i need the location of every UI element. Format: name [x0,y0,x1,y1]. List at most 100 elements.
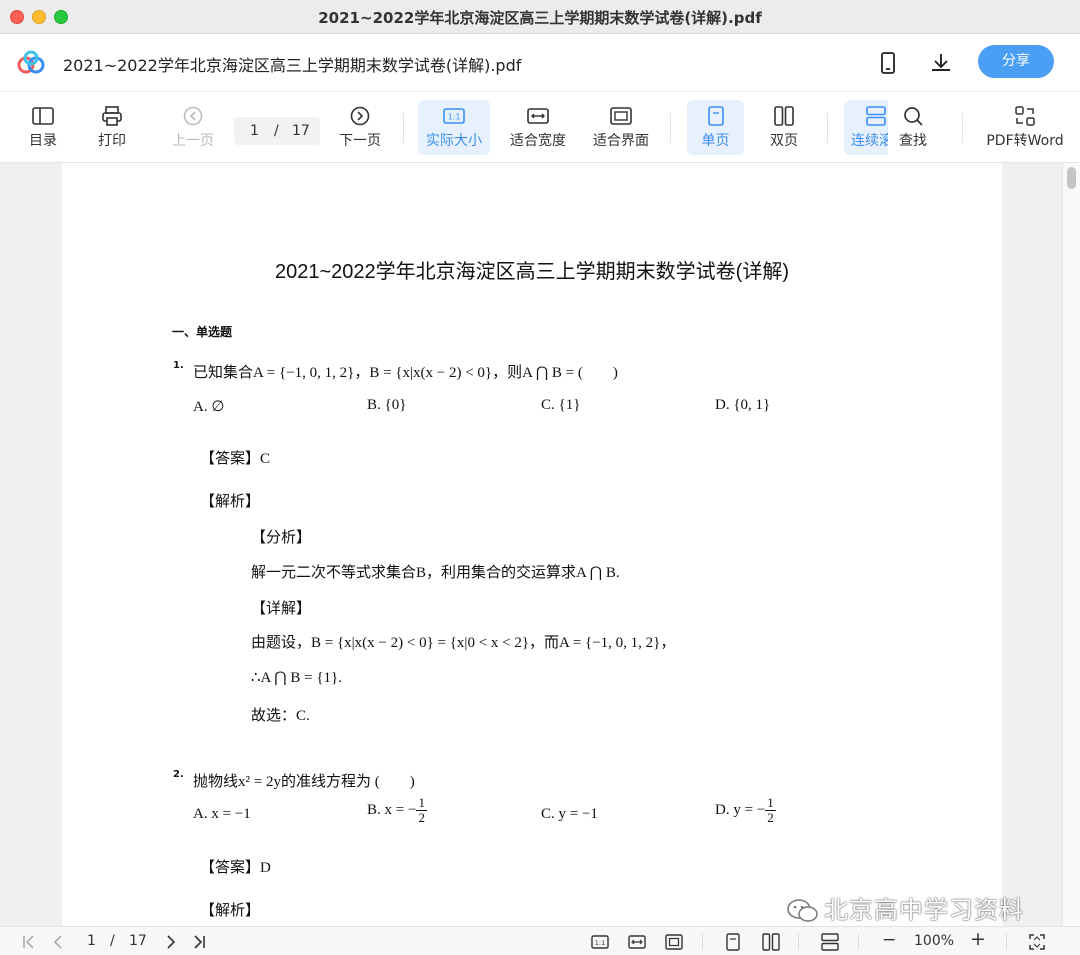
continuous-scroll-button[interactable]: 连续滚 [844,100,888,155]
fullscreen-icon[interactable] [1028,933,1046,951]
prev-page-label: 上一页 [172,133,214,149]
option-a: A. ∅ [193,399,225,415]
document-name: 2021~2022学年北京海淀区高三上学期期末数学试卷(详解).pdf [63,56,522,75]
pdf-page: 2021~2022学年北京海淀区高三上学期期末数学试卷(详解) 一、单选题 1.… [62,163,1002,926]
bottom-page-total: 17 [129,933,147,949]
option-a: A. x = −1 [193,806,251,822]
app-header: 2021~2022学年北京海淀区高三上学期期末数学试卷(详解).pdf 分享 [0,34,1080,92]
chevron-left-circle-icon [183,106,203,126]
option-d: D. y = −1 2 [715,796,776,825]
zoom-in-button[interactable]: + [970,928,986,950]
solution-line: 由题设，B = {x|x(x − 2) < 0} = {x|0 < x < 2}… [251,635,676,651]
search-label: 查找 [899,133,927,149]
answer-line: 【答案】D [200,860,271,876]
section-heading: 一、单选题 [172,325,233,339]
actual-size-label: 实际大小 [426,133,482,149]
print-label: 打印 [98,133,126,149]
next-page-label: 下一页 [339,133,381,149]
svg-text:1:1: 1:1 [595,939,605,947]
fraction: 12 [416,796,427,825]
fit-width-icon [527,108,549,124]
prev-page-button[interactable]: 上一页 [166,100,220,155]
page-separator: / [274,123,279,139]
first-page-icon[interactable] [20,933,38,951]
status-divider [1006,934,1007,950]
toolbar-divider [962,113,963,143]
actual-size-icon[interactable]: 1:1 [591,933,609,951]
wechat-icon [787,899,818,922]
status-divider [798,934,799,950]
phone-icon[interactable] [876,51,900,75]
last-page-icon[interactable] [190,933,208,951]
fit-width-icon[interactable] [628,933,646,951]
toc-button[interactable]: 目录 [18,100,68,155]
fraction-denominator: 2 [418,810,425,825]
single-page-icon [707,106,724,126]
continuous-scroll-icon[interactable] [821,933,839,951]
status-divider [702,934,703,950]
fraction-numerator: 1 [765,795,776,811]
toolbar-divider [403,113,404,143]
app-logo-icon [17,50,45,74]
bottom-page-current[interactable]: 1 [87,933,96,949]
fit-window-label: 适合界面 [593,133,649,149]
option-c: C. y = −1 [541,806,598,822]
document-title: 2021~2022学年北京海淀区高三上学期期末数学试卷(详解) [275,261,789,283]
pdf-to-word-button[interactable]: PDF转Word [982,100,1068,155]
toolbar-divider [670,113,671,143]
single-page-label: 单页 [701,133,730,149]
watermark-text: 北京高中学习资料 [824,896,1024,924]
single-page-button[interactable]: 单页 [687,100,744,155]
option-d-prefix: D. y = − [715,801,766,818]
prev-page-icon[interactable] [49,933,67,951]
vertical-scrollbar[interactable] [1062,163,1080,926]
option-b-prefix: B. x = − [367,801,417,818]
fit-window-button[interactable]: 适合界面 [588,100,654,155]
toolbar-divider [827,113,828,143]
solution-line: ∴A ⋂ B = {1}. [251,670,342,686]
document-viewer[interactable]: 2021~2022学年北京海淀区高三上学期期末数学试卷(详解) 一、单选题 1.… [0,163,1080,926]
next-page-button[interactable]: 下一页 [334,100,386,155]
single-page-icon[interactable] [724,933,742,951]
question-number: 1. [173,360,184,371]
fraction-numerator: 1 [416,795,427,811]
fit-window-icon[interactable] [665,933,683,951]
watermark: 北京高中学习资料 [786,890,1024,925]
question-text: 抛物线x² = 2y的准线方程为 ( ) [193,774,415,790]
window-title: 2021~2022学年北京海淀区高三上学期期末数学试卷(详解).pdf [318,9,762,27]
answer-line: 【答案】C [200,451,271,467]
double-page-icon[interactable] [762,933,780,951]
printer-icon [102,106,122,126]
fit-width-button[interactable]: 适合宽度 [504,100,572,155]
zoom-out-button[interactable]: − [882,930,896,950]
page-number-input[interactable]: 1 / 17 [234,117,320,145]
detail-subheading: 【详解】 [251,601,312,617]
toc-label: 目录 [29,133,57,149]
print-button[interactable]: 打印 [87,100,137,155]
double-page-label: 双页 [770,133,798,149]
double-page-button[interactable]: 双页 [758,100,810,155]
download-icon[interactable] [929,51,953,75]
option-c: C. {1} [541,397,581,413]
next-page-icon[interactable] [162,933,180,951]
page-current: 1 [250,123,259,139]
option-b: B. x = −1 2 [367,796,427,825]
status-bar: 1 / 17 1:1 − 100% + [0,926,1080,955]
actual-size-icon: 1:1 [443,108,465,124]
search-button[interactable]: 查找 [888,100,938,155]
pdf-to-word-label: PDF转Word [986,133,1064,149]
search-icon [904,107,923,126]
fit-width-label: 适合宽度 [510,133,566,149]
sidebar-icon [32,107,54,125]
page-total: 17 [292,123,310,139]
continuous-scroll-label: 连续滚 [851,133,888,149]
fraction-denominator: 2 [767,810,774,825]
double-page-icon [774,106,794,126]
option-d: D. {0, 1} [715,397,771,413]
actual-size-button[interactable]: 1:1 实际大小 [418,100,490,155]
question-text: 已知集合A = {−1, 0, 1, 2}，B = {x|x(x − 2) < … [193,365,618,381]
question-number: 2. [173,769,184,780]
status-divider [858,934,859,950]
share-button[interactable]: 分享 [978,45,1054,78]
scrollbar-thumb[interactable] [1067,167,1076,189]
